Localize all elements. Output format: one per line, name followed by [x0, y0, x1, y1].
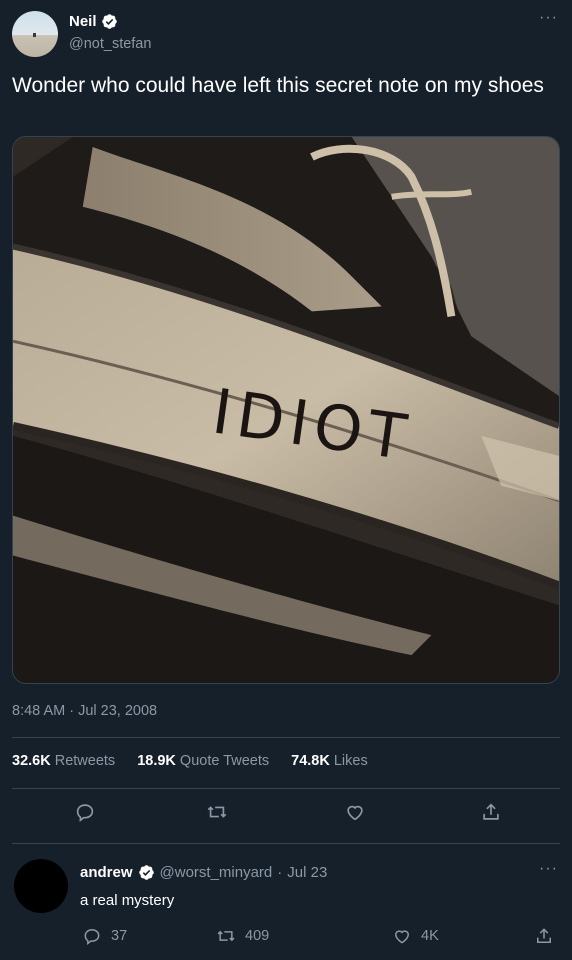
reply-separator: ·	[277, 864, 283, 881]
reply-icon	[84, 928, 100, 946]
verified-badge-icon	[101, 14, 117, 29]
heart-icon	[394, 930, 410, 944]
retweet-icon	[207, 806, 227, 818]
share-icon	[483, 803, 499, 820]
verified-badge-icon	[138, 865, 154, 880]
reply-author-handle[interactable]: @worst_minyard	[160, 864, 273, 881]
divider	[12, 843, 560, 844]
tweet-image[interactable]: IDIOT	[12, 136, 560, 684]
reply-like-button[interactable]: 4K	[392, 926, 439, 946]
reply-avatar[interactable]	[14, 859, 68, 913]
retweet-icon	[217, 930, 235, 942]
author-avatar[interactable]	[12, 11, 58, 57]
reply-date[interactable]: Jul 23	[287, 864, 327, 881]
shoe-photo: IDIOT	[13, 137, 559, 683]
reply-retweet-count: 409	[245, 928, 270, 944]
reply-more-icon[interactable]: ···	[539, 860, 558, 878]
reply-author-name[interactable]: andrew	[80, 864, 133, 881]
reply-button[interactable]	[70, 797, 100, 827]
retweets-stat[interactable]: 32.6K Retweets	[12, 753, 115, 769]
likes-stat[interactable]: 74.8K Likes	[291, 753, 368, 769]
like-button[interactable]	[340, 797, 370, 827]
tweet-timestamp[interactable]: 8:48 AM · Jul 23, 2008	[12, 703, 157, 719]
divider	[12, 788, 560, 789]
reply-reply-count: 37	[111, 928, 128, 944]
engagement-stats: 32.6K Retweets 18.9K Quote Tweets 74.8K …	[12, 753, 368, 769]
reply-action-bar: 37 409 4K	[0, 926, 572, 950]
reply-reply-button[interactable]: 37	[82, 926, 127, 946]
reply-header: andrew @worst_minyard · Jul 23	[80, 864, 327, 881]
author-name-row[interactable]: Neil	[69, 13, 118, 30]
tweet-action-bar	[0, 797, 572, 829]
reply-retweet-button[interactable]: 409	[216, 926, 269, 946]
author-name[interactable]: Neil	[69, 13, 97, 30]
reply-share-button[interactable]	[534, 926, 554, 946]
quote-tweets-stat[interactable]: 18.9K Quote Tweets	[137, 753, 269, 769]
divider	[12, 737, 560, 738]
retweet-button[interactable]	[202, 797, 232, 827]
more-icon[interactable]: ···	[539, 9, 558, 27]
reply-like-count: 4K	[421, 928, 439, 944]
share-icon	[537, 928, 551, 943]
heart-icon	[347, 805, 363, 821]
reply-text: a real mystery	[80, 892, 175, 909]
share-button[interactable]	[476, 797, 506, 827]
reply-icon	[76, 804, 94, 822]
tweet-text: Wonder who could have left this secret n…	[12, 74, 544, 97]
author-handle[interactable]: @not_stefan	[69, 36, 151, 52]
